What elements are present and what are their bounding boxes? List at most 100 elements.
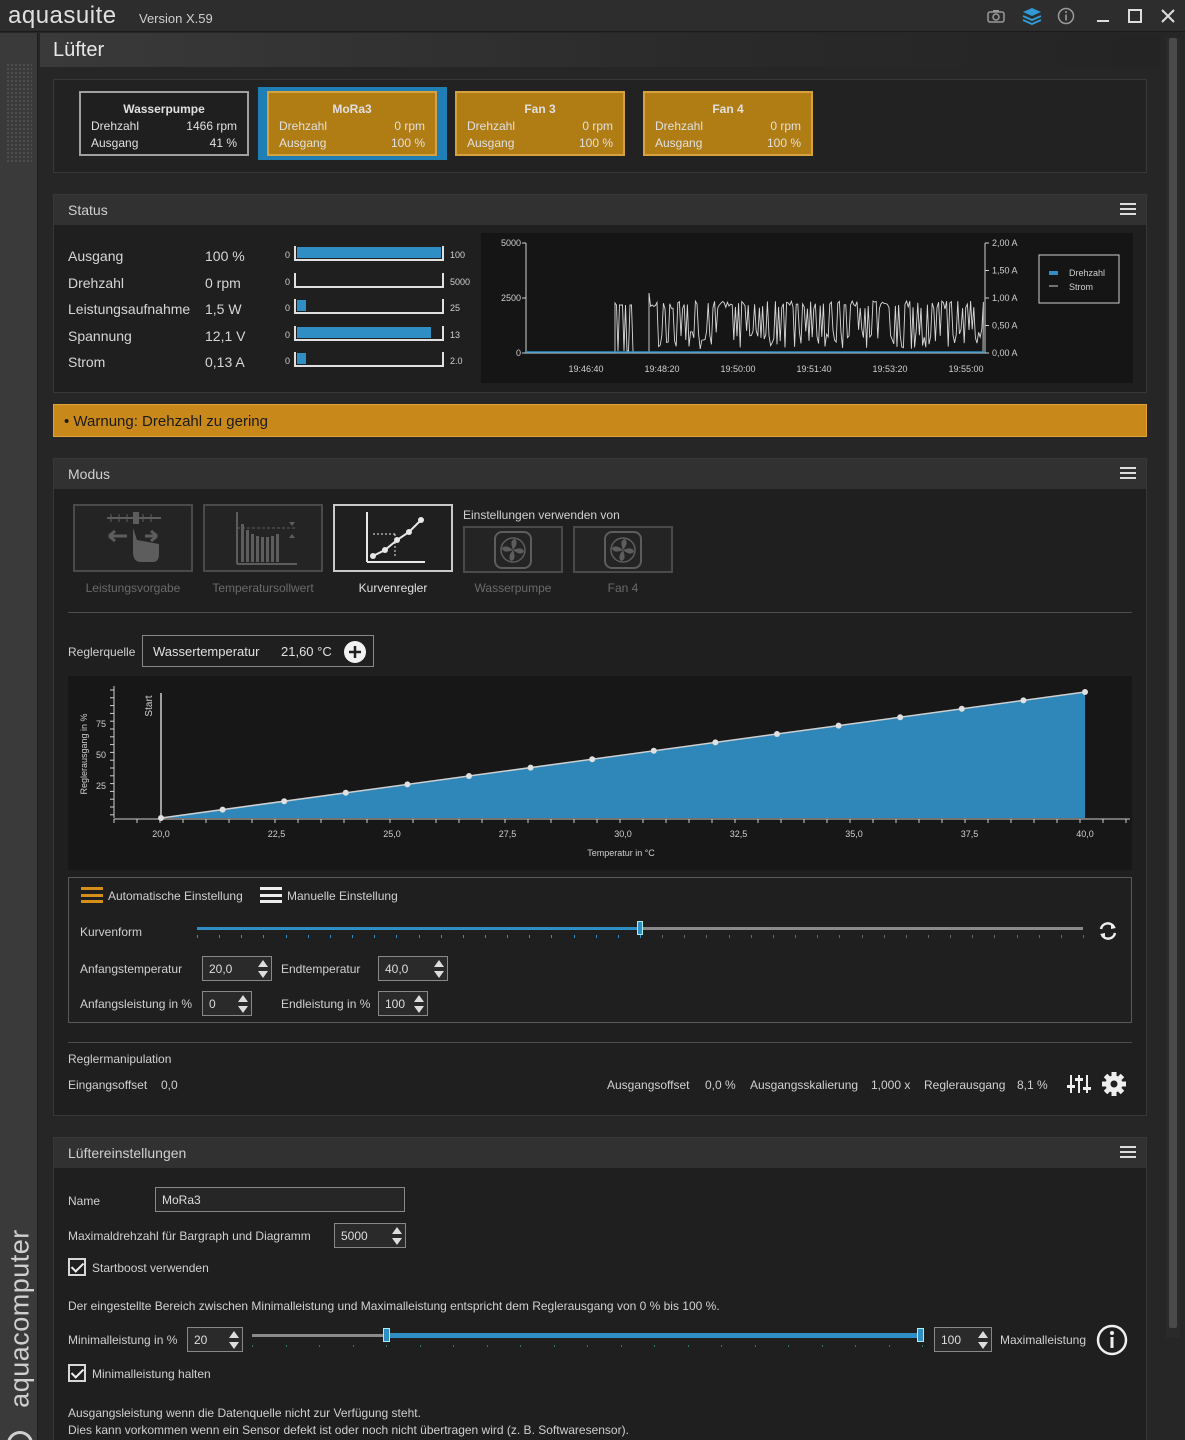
source-value: 21,60 °C — [281, 644, 332, 659]
page-header: Lüfter — [40, 33, 1160, 67]
mode-button-curve[interactable] — [333, 504, 453, 572]
end-power-input[interactable]: 100 — [378, 991, 428, 1016]
minimize-icon[interactable] — [1090, 4, 1116, 28]
curve-point[interactable] — [774, 731, 780, 737]
range-tick — [821, 1345, 823, 1347]
device-card-2[interactable]: Fan 3 Drehzahl 0 rpm Ausgang 100 % — [455, 91, 625, 156]
slider-tick — [263, 935, 265, 938]
out-offset-value[interactable]: 0,0 % — [705, 1078, 736, 1092]
layers-icon[interactable] — [1019, 4, 1045, 28]
slider-tick — [662, 935, 664, 938]
out-scale-value[interactable]: 1,000 x — [871, 1078, 910, 1092]
device-output-label: Ausgang — [91, 136, 139, 150]
end-temp-input[interactable]: 40,0 — [378, 956, 448, 981]
curve-shape-slider[interactable] — [197, 921, 1083, 935]
sliders-icon[interactable] — [1067, 1073, 1091, 1095]
curve-chart[interactable]: 75 50 25 Reglerausgang in % 20,0 22,5 25,0 27,5… — [68, 676, 1132, 870]
curve-point[interactable] — [835, 722, 842, 729]
manual-settings-label[interactable]: Manuelle Einstellung — [287, 889, 398, 903]
max-power-input[interactable]: 100 — [934, 1327, 992, 1352]
hold-min-checkbox[interactable] — [68, 1364, 86, 1382]
out-scale-label: Ausgangsskalierung — [750, 1078, 859, 1092]
manip-divider — [68, 1042, 1132, 1043]
device-name: Fan 4 — [712, 102, 744, 116]
range-tick — [721, 1345, 722, 1347]
end-power-spinner-icon[interactable] — [413, 995, 424, 1013]
in-offset-value[interactable]: 0,0 — [161, 1078, 178, 1092]
maximize-icon[interactable] — [1122, 4, 1148, 28]
left-tick-label: 0 — [516, 348, 521, 358]
name-value: MoRa3 — [162, 1193, 201, 1207]
use-settings-pump-button[interactable] — [463, 526, 563, 573]
device-card-0[interactable]: Wasserpumpe Drehzahl 1466 rpm Ausgang 41 % — [79, 91, 249, 156]
close-icon[interactable] — [1155, 4, 1181, 28]
curve-point[interactable] — [897, 714, 904, 721]
info-circle-icon[interactable] — [1096, 1324, 1128, 1356]
name-label: Name — [68, 1194, 101, 1208]
mode-menu-icon[interactable] — [1120, 467, 1136, 479]
status-bar — [294, 352, 444, 367]
end-temp-spinner-icon[interactable] — [433, 960, 444, 978]
curve-point[interactable] — [958, 705, 965, 712]
curve-shape-label: Kurvenform — [80, 925, 143, 939]
curve-point[interactable] — [158, 815, 164, 821]
curve-point[interactable] — [1020, 697, 1027, 704]
x-tick-label: 19:50:00 — [720, 364, 755, 374]
start-temp-input[interactable]: 20,0 — [202, 956, 272, 981]
camera-icon[interactable] — [983, 4, 1009, 28]
status-value: 1,5 W — [205, 301, 242, 317]
mode-button-temperature[interactable] — [203, 504, 323, 572]
scrollbar[interactable] — [1166, 38, 1180, 1338]
status-label: Spannung — [68, 327, 132, 344]
name-input[interactable]: MoRa3 — [155, 1187, 405, 1212]
manip-title: Reglermanipulation — [68, 1052, 172, 1066]
startboost-checkbox[interactable] — [68, 1258, 86, 1276]
use-settings-fan4-button[interactable] — [573, 526, 673, 573]
start-power-input[interactable]: 0 — [202, 991, 252, 1016]
status-menu-icon[interactable] — [1120, 203, 1136, 215]
mode-button-power[interactable] — [73, 504, 193, 572]
gear-icon[interactable] — [1102, 1072, 1126, 1096]
fan-settings-title: Lüftereinstellungen — [68, 1145, 187, 1161]
x-tick-label: 22,5 — [268, 829, 286, 839]
min-power-spinner-icon[interactable] — [228, 1331, 239, 1349]
range-slider-max-handle[interactable] — [917, 1328, 924, 1342]
min-power-input[interactable]: 20 — [187, 1327, 243, 1352]
fan-settings-menu-icon[interactable] — [1120, 1146, 1136, 1158]
curve-point[interactable] — [404, 781, 411, 788]
auto-settings-icon[interactable] — [81, 887, 103, 903]
device-card-1[interactable]: MoRa3 Drehzahl 0 rpm Ausgang 100 % — [267, 91, 437, 156]
info-icon[interactable] — [1053, 4, 1079, 28]
start-temp-spinner-icon[interactable] — [257, 960, 268, 978]
status-value: 12,1 V — [205, 327, 246, 344]
curve-point[interactable] — [650, 747, 657, 754]
start-power-spinner-icon[interactable] — [237, 995, 248, 1013]
device-output-label: Ausgang — [655, 136, 703, 150]
curve-point[interactable] — [712, 739, 719, 746]
manual-settings-icon[interactable] — [260, 887, 282, 903]
range-tick — [687, 1345, 689, 1347]
range-slider[interactable] — [252, 1328, 924, 1342]
auto-settings-label[interactable]: Automatische Einstellung — [108, 889, 243, 903]
curve-point[interactable] — [219, 806, 226, 813]
range-slider-min-handle[interactable] — [383, 1328, 390, 1342]
curve-point[interactable] — [527, 764, 534, 771]
maxrpm-input[interactable]: 5000 — [334, 1223, 406, 1248]
maxrpm-spinner-icon[interactable] — [391, 1227, 402, 1245]
source-selector[interactable]: Wassertemperatur 21,60 °C — [142, 635, 374, 667]
slider-tick — [529, 935, 531, 938]
curve-point[interactable] — [466, 773, 472, 779]
max-power-spinner-icon[interactable] — [977, 1331, 988, 1349]
curve-point[interactable] — [589, 756, 596, 763]
curve-point[interactable] — [1082, 689, 1088, 695]
start-temp-label: Anfangstemperatur — [80, 962, 183, 976]
scrollbar-thumb[interactable] — [1169, 38, 1177, 1328]
device-card-3[interactable]: Fan 4 Drehzahl 0 rpm Ausgang 100 % — [643, 91, 813, 156]
device-name: Fan 3 — [524, 102, 556, 116]
curve-point[interactable] — [342, 789, 349, 796]
curve-point[interactable] — [281, 798, 288, 805]
range-tick — [319, 1345, 320, 1347]
curve-shape-slider-handle[interactable] — [637, 921, 643, 935]
add-source-icon[interactable] — [343, 640, 367, 664]
refresh-icon[interactable] — [1097, 920, 1119, 942]
